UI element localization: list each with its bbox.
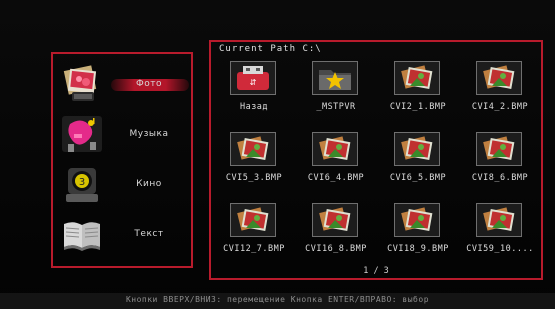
menu-label-music: Музыка (129, 129, 169, 139)
svg-text:⇵: ⇵ (250, 78, 257, 87)
file-tile[interactable]: CVI8_6.BMP (459, 129, 541, 191)
file-name: CVI59_10.... (466, 244, 534, 254)
file-name: CVI6_5.BMP (389, 173, 447, 183)
image-file-icon (312, 203, 358, 237)
file-name: CVI16_8.BMP (305, 244, 367, 254)
image-file-icon (476, 61, 522, 95)
navigation-hint: Кнопки ВВЕРХ/ВНИЗ: перемещение Кнопка EN… (125, 295, 430, 304)
image-file-icon (476, 132, 522, 166)
image-file-icon (230, 132, 276, 166)
file-tile[interactable]: CVI6_5.BMP (377, 129, 459, 191)
file-tile[interactable]: ⇵ Назад (213, 58, 295, 120)
file-tile[interactable]: CVI18_9.BMP (377, 200, 459, 262)
image-file-icon (312, 132, 358, 166)
menu-label-movie: Кино (136, 179, 162, 189)
menu-item-movie[interactable]: 3 Кино (57, 160, 191, 208)
menu-label-photo: Фото (109, 60, 189, 108)
file-tile[interactable]: CVI2_1.BMP (377, 58, 459, 120)
file-browser: Current Path C:\ ⇵ Назад _MSTPVR CVI2_1.… (209, 40, 543, 280)
svg-text:3: 3 (79, 177, 85, 188)
book-icon (60, 214, 104, 254)
movie-icon: 3 (60, 164, 104, 204)
menu-item-photo[interactable]: Фото (57, 60, 191, 108)
menu-item-text[interactable]: Текст (57, 210, 191, 258)
image-file-icon (394, 203, 440, 237)
image-file-icon (394, 132, 440, 166)
category-menu: Фото Музыка 3 Кино Текст (51, 52, 193, 268)
image-file-icon (230, 203, 276, 237)
file-name: CVI5_3.BMP (225, 173, 283, 183)
file-name: CVI8_6.BMP (471, 173, 529, 183)
folder-star-icon (312, 61, 358, 95)
current-path: Current Path C:\ (219, 44, 322, 54)
file-tile[interactable]: CVI12_7.BMP (213, 200, 295, 262)
file-tile[interactable]: _MSTPVR (295, 58, 377, 120)
file-name: CVI2_1.BMP (389, 102, 447, 112)
file-name: CVI12_7.BMP (223, 244, 285, 254)
file-name: Назад (239, 102, 269, 112)
photo-icon (60, 64, 104, 104)
file-name: CVI6_4.BMP (307, 173, 365, 183)
media-player-screen: Фото Музыка 3 Кино Текст Current Path C:… (0, 0, 555, 309)
file-name: CVI18_9.BMP (387, 244, 449, 254)
file-tile[interactable]: CVI59_10.... (459, 200, 541, 262)
file-tile[interactable]: CVI16_8.BMP (295, 200, 377, 262)
file-tile[interactable]: CVI5_3.BMP (213, 129, 295, 191)
file-name: CVI4_2.BMP (471, 102, 529, 112)
file-name: _MSTPVR (316, 102, 356, 112)
image-file-icon (476, 203, 522, 237)
file-tile[interactable]: CVI6_4.BMP (295, 129, 377, 191)
file-tile[interactable]: CVI4_2.BMP (459, 58, 541, 120)
music-icon (60, 114, 104, 154)
image-file-icon (394, 61, 440, 95)
menu-label-text: Текст (134, 229, 164, 239)
usb-back-icon: ⇵ (230, 61, 276, 95)
page-indicator: 1 / 3 (363, 266, 389, 276)
menu-item-music[interactable]: Музыка (57, 110, 191, 158)
